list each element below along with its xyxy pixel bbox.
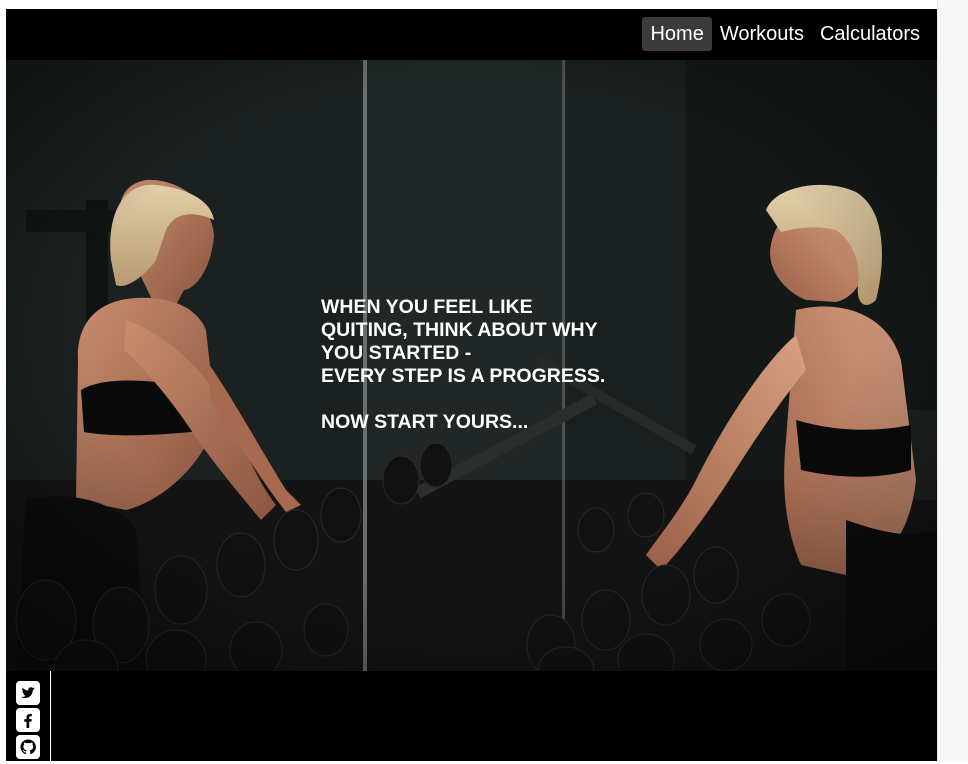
social-links	[6, 671, 51, 761]
nav-link-calculators[interactable]: Calculators	[812, 17, 928, 51]
hero-quote: WHEN YOU FEEL LIKE QUITING, THINK ABOUT …	[321, 296, 641, 434]
app-root: Home Workouts Calculators WHEN YOU FEEL …	[6, 9, 937, 761]
page-gutter	[937, 0, 968, 761]
hero-spacer	[321, 388, 641, 411]
nav-link-workouts[interactable]: Workouts	[712, 17, 812, 51]
twitter-icon[interactable]	[16, 681, 40, 705]
facebook-icon[interactable]	[16, 708, 40, 732]
browser-top-strip	[0, 0, 968, 9]
hero-banner: WHEN YOU FEEL LIKE QUITING, THINK ABOUT …	[6, 60, 937, 671]
nav-link-home[interactable]: Home	[642, 17, 712, 51]
hero-line-4: EVERY STEP IS A PROGRESS.	[321, 365, 606, 387]
footer	[6, 671, 937, 761]
hero-line-2: QUITING, THINK ABOUT WHY	[321, 319, 598, 341]
navbar: Home Workouts Calculators	[6, 9, 937, 60]
hero-line-3: YOU STARTED -	[321, 342, 472, 364]
hero-cta-text: NOW START YOURS...	[321, 411, 529, 433]
nav-links: Home Workouts Calculators	[642, 17, 928, 51]
github-icon[interactable]	[16, 735, 40, 759]
hero-line-1: WHEN YOU FEEL LIKE	[321, 296, 533, 318]
